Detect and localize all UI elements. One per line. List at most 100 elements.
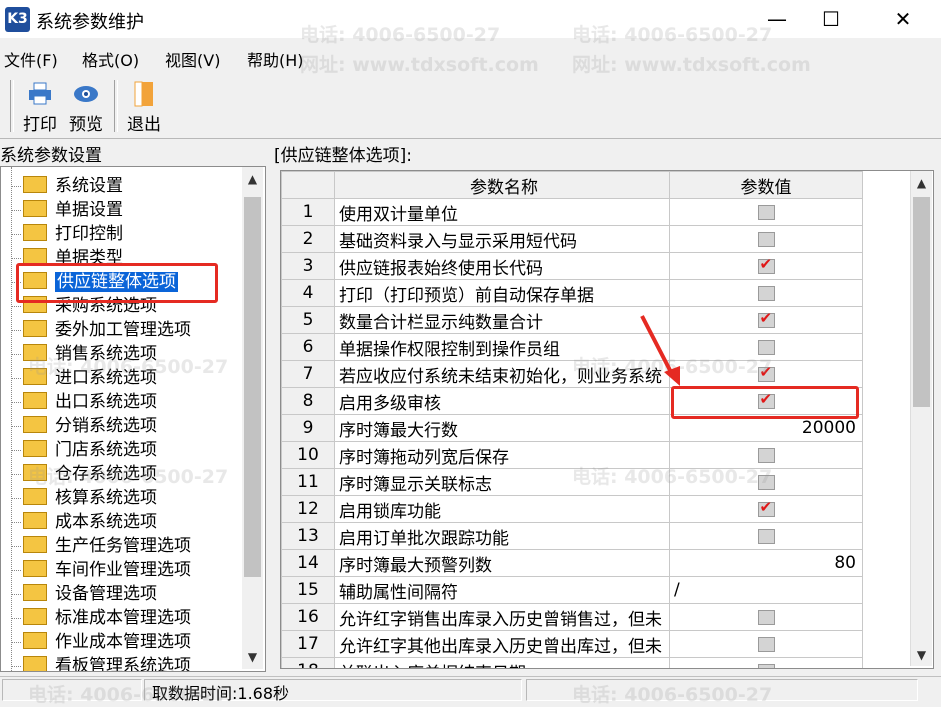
table-row[interactable]: 10 序时簿拖动列宽后保存: [281, 441, 920, 469]
status-cell: [2, 679, 142, 701]
param-value-cell[interactable]: [669, 333, 863, 361]
tree-item[interactable]: 单据类型: [11, 246, 123, 270]
scroll-up-arrow-icon[interactable]: ▲: [911, 173, 932, 193]
tree-item[interactable]: 打印控制: [11, 222, 123, 246]
table-row[interactable]: 13 启用订单批次跟踪功能: [281, 522, 920, 550]
tree-item[interactable]: 供应链整体选项: [11, 270, 178, 294]
tree-item[interactable]: 设备管理选项: [11, 582, 157, 606]
param-checkbox[interactable]: [757, 204, 775, 220]
print-button[interactable]: 打印: [18, 80, 62, 135]
param-checkbox[interactable]: [757, 231, 775, 247]
tree-item[interactable]: 系统设置: [11, 174, 123, 198]
param-value-cell[interactable]: [669, 630, 863, 658]
tree-item[interactable]: 采购系统选项: [11, 294, 157, 318]
param-value-cell[interactable]: 20000: [669, 414, 863, 442]
param-value-cell[interactable]: [669, 441, 863, 469]
table-row[interactable]: 1 使用双计量单位: [281, 198, 920, 226]
param-checkbox[interactable]: [757, 309, 775, 328]
scroll-up-arrow-icon[interactable]: ▲: [242, 169, 263, 189]
tree-scroll-thumb[interactable]: [244, 197, 261, 577]
param-checkbox[interactable]: [757, 474, 775, 490]
param-value-cell[interactable]: [669, 306, 863, 334]
table-row[interactable]: 7 若应收应付系统未结束初始化，则业务系统: [281, 360, 920, 388]
tree-item[interactable]: 标准成本管理选项: [11, 606, 191, 630]
param-checkbox[interactable]: [757, 285, 775, 301]
minimize-button[interactable]: —: [754, 0, 800, 38]
param-value-cell[interactable]: [669, 225, 863, 253]
table-row[interactable]: 14 序时簿最大预警列数 80: [281, 549, 920, 577]
param-checkbox[interactable]: [757, 390, 775, 409]
exit-button[interactable]: 退出: [122, 80, 166, 135]
table-row[interactable]: 16 允许红字销售出库录入历史曾销售过，但未: [281, 603, 920, 631]
tree-item[interactable]: 门店系统选项: [11, 438, 157, 462]
grid-scroll-thumb[interactable]: [913, 197, 930, 407]
param-value-cell[interactable]: [669, 522, 863, 550]
tree-scrollbar[interactable]: ▲ ▼: [242, 167, 263, 669]
param-value-cell[interactable]: [669, 603, 863, 631]
tree-item[interactable]: 销售系统选项: [11, 342, 157, 366]
param-name-cell: 启用多级审核: [334, 387, 670, 415]
tree-item[interactable]: 作业成本管理选项: [11, 630, 191, 654]
param-checkbox[interactable]: [757, 636, 775, 652]
param-value-cell[interactable]: 80: [669, 549, 863, 577]
tree-item[interactable]: 看板管理系统选项: [11, 654, 191, 671]
table-row[interactable]: 4 打印（打印预览）前自动保存单据: [281, 279, 920, 307]
param-value-cell[interactable]: [669, 252, 863, 280]
param-value-cell[interactable]: [669, 468, 863, 496]
preview-button[interactable]: 预览: [64, 80, 108, 135]
table-row[interactable]: 9 序时簿最大行数 20000: [281, 414, 920, 442]
param-name-cell: 若应收应付系统未结束初始化，则业务系统: [334, 360, 670, 388]
tree-item[interactable]: 出口系统选项: [11, 390, 157, 414]
param-checkbox[interactable]: [757, 609, 775, 625]
close-button[interactable]: ✕: [880, 0, 926, 38]
tree-item[interactable]: 进口系统选项: [11, 366, 157, 390]
table-row[interactable]: 15 辅助属性间隔符 /: [281, 576, 920, 604]
param-value-cell[interactable]: [669, 360, 863, 388]
tree-connector: [11, 594, 21, 595]
param-name-header[interactable]: 参数名称: [334, 171, 670, 199]
param-checkbox[interactable]: [757, 447, 775, 463]
table-row[interactable]: 12 启用锁库功能: [281, 495, 920, 523]
table-row[interactable]: 8 启用多级审核: [281, 387, 920, 415]
table-row[interactable]: 17 允许红字其他出库录入历史曾出库过，但未: [281, 630, 920, 658]
param-checkbox[interactable]: [757, 528, 775, 544]
scroll-down-arrow-icon[interactable]: ▼: [911, 645, 932, 665]
tree-item[interactable]: 分销系统选项: [11, 414, 157, 438]
table-row[interactable]: 18关联出入库单据结束日期: [281, 657, 920, 668]
param-checkbox[interactable]: [757, 255, 775, 274]
param-value-header[interactable]: 参数值: [669, 171, 863, 199]
tree-item[interactable]: 生产任务管理选项: [11, 534, 191, 558]
tree-item[interactable]: 委外加工管理选项: [11, 318, 191, 342]
param-name-cell: 序时簿最大预警列数: [334, 549, 670, 577]
tree-item[interactable]: 车间作业管理选项: [11, 558, 191, 582]
tree-item[interactable]: 仓存系统选项: [11, 462, 157, 486]
row-number: 11: [281, 468, 335, 496]
param-checkbox[interactable]: [757, 663, 775, 668]
param-value-cell[interactable]: [669, 387, 863, 415]
table-row[interactable]: 5 数量合计栏显示纯数量合计: [281, 306, 920, 334]
status-cell: [526, 679, 918, 701]
scroll-down-arrow-icon[interactable]: ▼: [242, 647, 263, 667]
menu-view[interactable]: 视图(V): [165, 47, 220, 71]
maximize-button[interactable]: ☐: [808, 0, 854, 38]
param-checkbox[interactable]: [757, 339, 775, 355]
table-row[interactable]: 11 序时簿显示关联标志: [281, 468, 920, 496]
parameter-grid: 参数名称 参数值 1 使用双计量单位 2 基础资料录入与显示采用短代码 3 供应链报表始终…: [280, 170, 934, 669]
tree-item[interactable]: 单据设置: [11, 198, 123, 222]
menu-help[interactable]: 帮助(H): [247, 47, 304, 71]
grid-scrollbar[interactable]: ▲ ▼: [910, 171, 932, 666]
menu-format[interactable]: 格式(O): [82, 47, 139, 71]
param-value-cell[interactable]: /: [669, 576, 863, 604]
param-value-cell[interactable]: [669, 495, 863, 523]
param-checkbox[interactable]: [757, 363, 775, 382]
param-value-cell[interactable]: [669, 198, 863, 226]
table-row[interactable]: 3 供应链报表始终使用长代码: [281, 252, 920, 280]
param-checkbox[interactable]: [757, 498, 775, 517]
table-row[interactable]: 2 基础资料录入与显示采用短代码: [281, 225, 920, 253]
tree-item[interactable]: 核算系统选项: [11, 486, 157, 510]
table-row[interactable]: 6 单据操作权限控制到操作员组: [281, 333, 920, 361]
menu-file[interactable]: 文件(F): [4, 47, 58, 71]
tree-item[interactable]: 成本系统选项: [11, 510, 157, 534]
param-value-cell[interactable]: [669, 279, 863, 307]
param-value-cell[interactable]: [669, 657, 863, 668]
